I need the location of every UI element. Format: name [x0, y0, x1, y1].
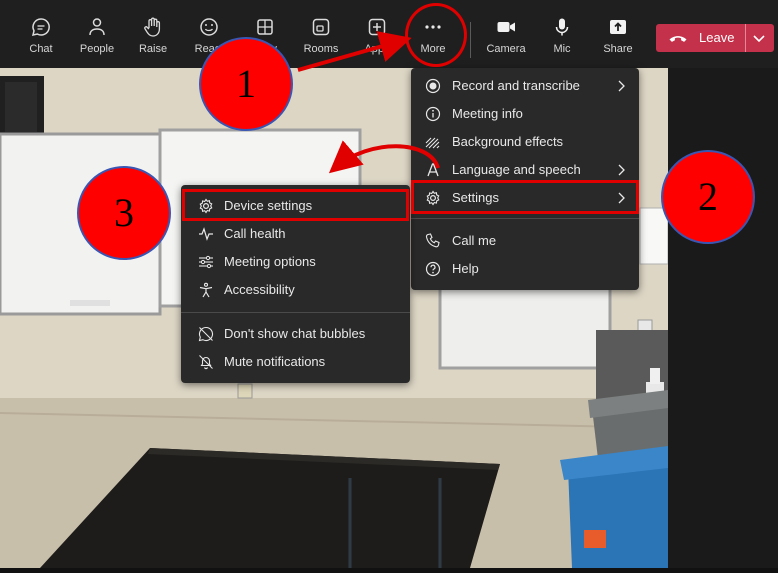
annotation-arrows [297, 31, 440, 174]
more-button-highlight-circle [405, 3, 467, 67]
arrow-to-device-settings [328, 140, 440, 174]
teams-meeting-window: Chat People Raise React View Rooms Apps [0, 0, 778, 573]
step-2-callout: 2 [661, 150, 755, 244]
step-1-callout: 1 [199, 37, 293, 131]
step-3-callout: 3 [77, 166, 171, 260]
arrow-to-more [297, 31, 412, 72]
